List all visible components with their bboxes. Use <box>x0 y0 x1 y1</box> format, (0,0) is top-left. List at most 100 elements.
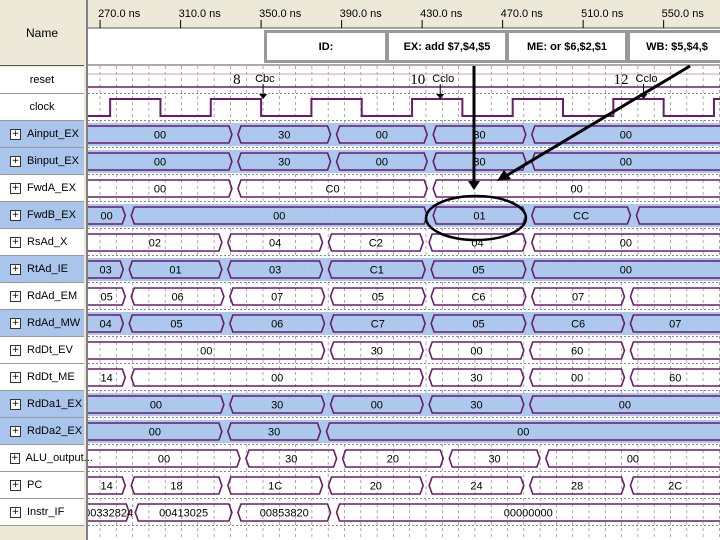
bus-value: 00 <box>149 427 161 439</box>
bus-value: C6 <box>571 319 585 331</box>
signal-name-clock[interactable]: clock <box>0 94 84 121</box>
expand-icon[interactable]: + <box>10 182 21 194</box>
signal-name-rdda2-ex[interactable]: + RdDa2_EX <box>0 418 84 445</box>
signal-name-reset[interactable]: reset <box>0 67 84 94</box>
signal-name-fwda-ex[interactable]: + FwdA_EX <box>0 175 84 202</box>
bus-value: 30 <box>278 130 290 142</box>
bus-value: 30 <box>371 346 383 358</box>
bus-value: 05 <box>170 319 182 331</box>
bus-value: CC <box>573 211 589 223</box>
signal-name-rsad-x[interactable]: + RsAd_X <box>0 229 84 256</box>
bus-value: 01 <box>169 265 181 277</box>
signal-row: 00 30 00 60 <box>88 341 720 364</box>
pipeline-stage-label: ID: <box>264 30 388 63</box>
expand-icon[interactable]: + <box>10 398 21 410</box>
ruler-tick-label: 430.0 ns <box>420 8 463 20</box>
signal-name-binput-ex[interactable]: + Binput_EX <box>0 148 84 175</box>
signal-label: RdAd_EM <box>27 290 78 302</box>
expand-icon[interactable]: + <box>10 209 21 221</box>
pipeline-stage-label: EX: add $7,$4,$5 <box>386 30 508 63</box>
signal-row: 00 30 20 30 00 <box>88 449 720 472</box>
expand-icon[interactable]: + <box>10 344 21 356</box>
bus-value: 30 <box>271 400 283 412</box>
bus-value: 00 <box>154 130 166 142</box>
bus-value: 00 <box>620 130 632 142</box>
signal-label: FwdB_EX <box>27 209 76 221</box>
ruler-tick-label: 310.0 ns <box>179 8 222 20</box>
bus-value: 00 <box>470 346 482 358</box>
bus-value: 00 <box>271 373 283 385</box>
signal-name-rddt-ev[interactable]: + RdDt_EV <box>0 337 84 364</box>
ruler-tick-label: 470.0 ns <box>501 8 544 20</box>
bus-value: 05 <box>472 319 484 331</box>
arrowhead-icon <box>468 181 480 190</box>
signal-label: Binput_EX <box>27 155 79 167</box>
expand-icon[interactable]: + <box>10 506 21 518</box>
bus-value: C6 <box>471 292 485 304</box>
signal-name-alu-output-[interactable]: + ALU_output... <box>0 445 93 472</box>
signal-label: RdAd_MW <box>27 317 81 329</box>
signal-name-rdad-mw[interactable]: + RdAd_MW <box>0 310 84 337</box>
signal-name-fwdb-ex[interactable]: + FwdB_EX <box>0 202 84 229</box>
signal-name-pc[interactable]: + PC <box>0 472 84 499</box>
signal-name-rdda1-ex[interactable]: + RdDa1_EX <box>0 391 84 418</box>
bus-value: 00000000 <box>504 508 553 520</box>
bus-value: 05 <box>101 292 113 304</box>
expand-icon[interactable]: + <box>10 290 21 302</box>
bus-value: 01 <box>473 211 485 223</box>
cycle-text: Cclo <box>636 73 658 85</box>
signal-row: 14 00 30 00 60 <box>88 368 720 391</box>
ruler-tick-label: 350.0 ns <box>259 8 302 20</box>
expand-icon[interactable]: + <box>10 155 21 167</box>
expand-icon[interactable]: + <box>10 236 21 248</box>
bus-value: 07 <box>669 319 681 331</box>
signal-name-ainput-ex[interactable]: + Ainput_EX <box>0 121 84 148</box>
signal-row: 00 C0 00 <box>88 179 720 202</box>
bus-value: 20 <box>387 454 399 466</box>
expand-icon[interactable]: + <box>10 371 21 383</box>
waveform-panel[interactable]: 270.0 ns 310.0 ns 350.0 ns 390.0 ns 430.0 ns… <box>88 0 720 540</box>
bus-value: 28 <box>571 481 583 493</box>
bus-value: 30 <box>470 400 482 412</box>
signal-name-rtad-ie[interactable]: + RtAd_IE <box>0 256 84 283</box>
ruler-tick-label: 270.0 ns <box>98 8 141 20</box>
signal-row: 00332824 00413025 00853820 00000000 <box>88 503 720 526</box>
expand-icon[interactable]: + <box>10 452 20 464</box>
bus-value: 30 <box>268 427 280 439</box>
expand-icon[interactable]: + <box>10 479 21 491</box>
cycle-text: Cclo <box>432 73 454 85</box>
signal-name-rddt-me[interactable]: + RdDt_ME <box>0 364 84 391</box>
bus-value: 05 <box>472 265 484 277</box>
expand-icon[interactable]: + <box>10 263 21 275</box>
pipeline-stage-label: WB: $5,$4,$ <box>627 30 720 63</box>
bus-value: C1 <box>370 265 384 277</box>
bus-value: 60 <box>669 373 681 385</box>
pipeline-stage-label: ME: or $6,$2,$1 <box>506 30 628 63</box>
expand-icon[interactable]: + <box>10 317 21 329</box>
signal-label: RdDa1_EX <box>27 398 83 410</box>
signal-name-rdad-em[interactable]: + RdAd_EM <box>0 283 84 310</box>
signal-label: reset <box>29 74 55 86</box>
bus-value: 07 <box>572 292 584 304</box>
bus-value: 02 <box>149 238 161 250</box>
ruler-tick-label: 550.0 ns <box>662 8 705 20</box>
bus-value: C7 <box>371 319 385 331</box>
bus-value: C2 <box>369 238 383 250</box>
signal-label: RdDt_EV <box>27 344 73 356</box>
signal-label: RtAd_IE <box>27 263 68 275</box>
signal-name-instr-if[interactable]: + Instr_IF <box>0 499 84 526</box>
signal-row: 00 30 00 30 00 <box>88 123 720 148</box>
bus-value: 06 <box>271 319 283 331</box>
signal-row: 00 00 01 CC <box>88 204 720 229</box>
signal-name-panel: Name reset clock + Ainput_EX + Binput_EX + FwdA… <box>0 0 93 540</box>
bus-value: 14 <box>101 481 113 493</box>
signal-label: RdDt_ME <box>27 371 75 383</box>
signal-label: FwdA_EX <box>27 182 76 194</box>
expand-icon[interactable]: + <box>10 425 21 437</box>
bus-value: 00 <box>620 157 632 169</box>
cycle-text: Cbc <box>255 73 275 85</box>
bus-value: 06 <box>171 292 183 304</box>
expand-icon[interactable]: + <box>10 128 21 140</box>
clock-wave <box>88 98 720 117</box>
bus-value: 1C <box>268 481 282 493</box>
